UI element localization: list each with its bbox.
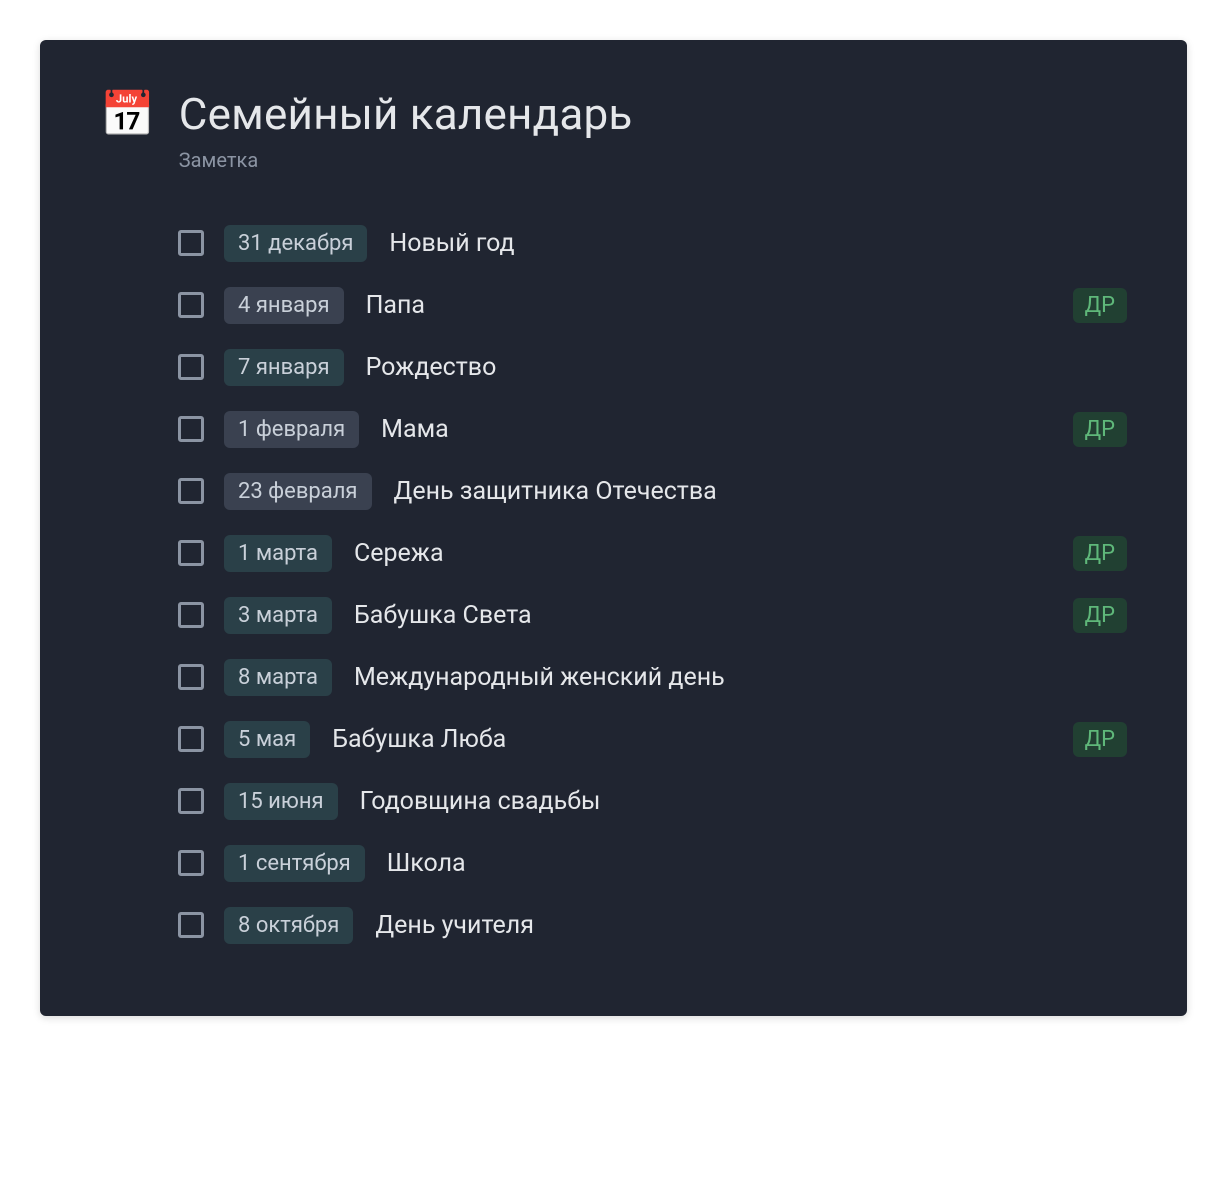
date-pill[interactable]: 8 октября (224, 907, 353, 944)
list-item[interactable]: 31 декабря Новый год (178, 212, 1127, 274)
item-title[interactable]: Бабушка Люба (332, 725, 1072, 754)
item-title[interactable]: Мама (381, 415, 1072, 444)
checkbox[interactable] (178, 292, 204, 318)
item-title[interactable]: День учителя (375, 911, 1127, 940)
list-item[interactable]: 1 февраля МамаДР (178, 398, 1127, 460)
calendar-icon: 📅 (100, 92, 155, 136)
list-item[interactable]: 8 марта Международный женский день (178, 646, 1127, 708)
list-item[interactable]: 1 марта СережаДР (178, 522, 1127, 584)
date-pill[interactable]: 23 февраля (224, 473, 372, 510)
calendar-card: 📅 Семейный календарь Заметка 31 декабря Н… (40, 40, 1187, 1016)
list-item[interactable]: 3 марта Бабушка СветаДР (178, 584, 1127, 646)
birthday-tag[interactable]: ДР (1073, 722, 1127, 757)
date-pill[interactable]: 7 января (224, 349, 344, 386)
item-title[interactable]: Новый год (389, 229, 1127, 258)
list-item[interactable]: 5 мая Бабушка ЛюбаДР (178, 708, 1127, 770)
date-pill[interactable]: 1 марта (224, 535, 332, 572)
item-title[interactable]: Международный женский день (354, 663, 1127, 692)
items-list: 31 декабряНовый год4 январяПапаДР7 январ… (100, 212, 1127, 956)
checkbox[interactable] (178, 602, 204, 628)
birthday-tag[interactable]: ДР (1073, 598, 1127, 633)
birthday-tag[interactable]: ДР (1073, 412, 1127, 447)
list-item[interactable]: 8 октября День учителя (178, 894, 1127, 956)
item-title[interactable]: Папа (366, 291, 1073, 320)
checkbox[interactable] (178, 912, 204, 938)
item-title[interactable]: Бабушка Света (354, 601, 1073, 630)
item-title[interactable]: Сережа (354, 539, 1073, 568)
list-item[interactable]: 23 февраля День защитника Отечества (178, 460, 1127, 522)
checkbox[interactable] (178, 850, 204, 876)
checkbox[interactable] (178, 354, 204, 380)
list-item[interactable]: 15 июня Годовщина свадьбы (178, 770, 1127, 832)
list-item[interactable]: 1 сентября Школа (178, 832, 1127, 894)
checkbox[interactable] (178, 540, 204, 566)
title-block: Семейный календарь Заметка (179, 90, 633, 172)
page-subtitle: Заметка (179, 148, 633, 172)
date-pill[interactable]: 15 июня (224, 783, 338, 820)
birthday-tag[interactable]: ДР (1073, 288, 1127, 323)
date-pill[interactable]: 1 сентября (224, 845, 365, 882)
checkbox[interactable] (178, 230, 204, 256)
item-title[interactable]: Школа (387, 849, 1127, 878)
item-title[interactable]: Рождество (366, 353, 1127, 382)
date-pill[interactable]: 31 декабря (224, 225, 367, 262)
checkbox[interactable] (178, 478, 204, 504)
birthday-tag[interactable]: ДР (1073, 536, 1127, 571)
header: 📅 Семейный календарь Заметка (100, 90, 1127, 172)
checkbox[interactable] (178, 788, 204, 814)
date-pill[interactable]: 8 марта (224, 659, 332, 696)
checkbox[interactable] (178, 726, 204, 752)
date-pill[interactable]: 3 марта (224, 597, 332, 634)
list-item[interactable]: 7 января Рождество (178, 336, 1127, 398)
page-title[interactable]: Семейный календарь (179, 90, 633, 138)
item-title[interactable]: День защитника Отечества (394, 477, 1127, 506)
checkbox[interactable] (178, 664, 204, 690)
list-item[interactable]: 4 января ПапаДР (178, 274, 1127, 336)
item-title[interactable]: Годовщина свадьбы (360, 787, 1127, 816)
date-pill[interactable]: 1 февраля (224, 411, 359, 448)
checkbox[interactable] (178, 416, 204, 442)
date-pill[interactable]: 4 января (224, 287, 344, 324)
date-pill[interactable]: 5 мая (224, 721, 310, 758)
